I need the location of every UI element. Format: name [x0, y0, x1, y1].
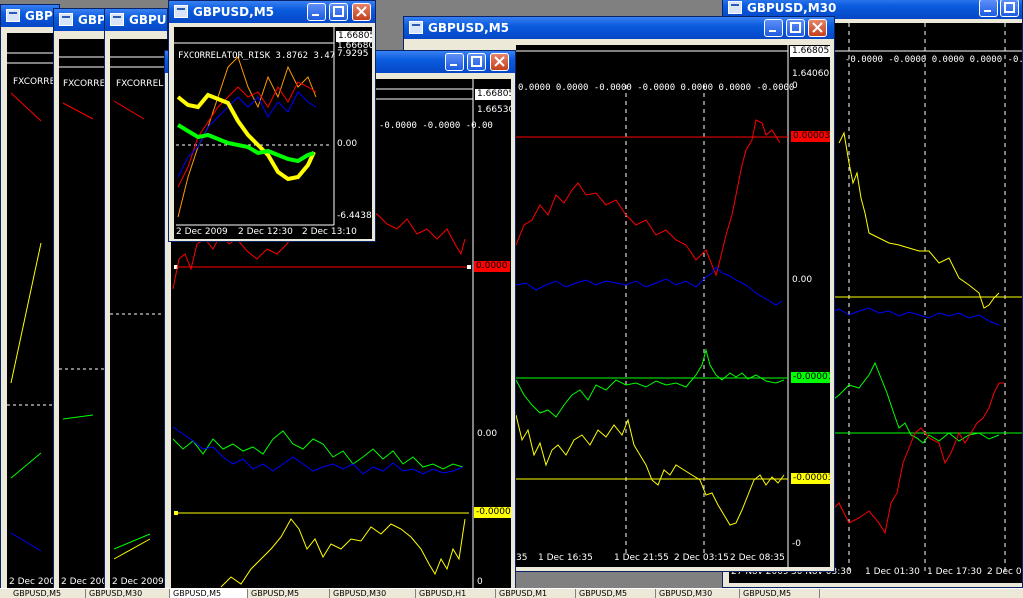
minimize-button[interactable] [445, 53, 464, 71]
chart-lines [516, 45, 789, 567]
titlebar[interactable]: GBPUSD,M5 [169, 1, 375, 23]
chart-area[interactable]: 0.0000 0.0000 -0.0000 -0.0000 0.0000 0.0… [516, 45, 830, 567]
x-axis-label-4: 1 Dec 17:30 [927, 567, 982, 577]
close-button[interactable] [808, 19, 827, 37]
x-axis-label-1: 2 Dec 2009 [176, 227, 228, 237]
chart-window-icon [728, 1, 742, 14]
value-tag-yellow: -0.00003 [791, 473, 830, 484]
minimize-button[interactable] [764, 19, 783, 37]
x-axis-label-5: 2 Dec 08:35 [730, 553, 785, 563]
chart-area[interactable]: FXCORREL 2 Dec 2009 [110, 39, 169, 589]
x-axis-label-2: 1 Dec 16:35 [538, 553, 593, 563]
indicator-values: 0.0000 0.0000 -0.0000 -0.0000 0.0000 0.0… [518, 83, 795, 93]
indicator-label: FXCORREL [63, 79, 109, 89]
price-top: 1.66805 [475, 89, 511, 100]
x-axis-label-4: 2 Dec 03:15 [674, 553, 729, 563]
axis-zero-top: 0 [792, 81, 798, 91]
x-axis-label: 2 Dec 2009 [112, 577, 164, 587]
chart-window-1[interactable]: GBPUSD,M5 FXCORREL 2 Dec 2009 [0, 4, 60, 592]
axis-bottom: -0 [792, 539, 801, 549]
indicator-values: -0.0000 -0.0000 -0.00 [379, 121, 493, 131]
value-tag-green: -0.00001 [791, 372, 830, 383]
chart-area[interactable]: FXCORRELATOR_RISK 3.8762 3.47 1.66805 1.… [174, 27, 372, 239]
close-button[interactable] [352, 3, 371, 21]
chart-area[interactable]: FXCORREL 2 Dec 2009 [7, 33, 59, 589]
scale-zero: 0.00 [337, 139, 358, 149]
value-tag-red: 0.0000 [474, 261, 510, 272]
chart-lines [59, 56, 109, 420]
price-second: 1.64060 [792, 69, 830, 79]
chart-window-icon [59, 13, 73, 26]
window-title: GBPUSD,M5 [428, 21, 509, 35]
x-axis-label-3: 1 Dec 01:30 [865, 567, 920, 577]
titlebar[interactable]: GBPUSD,M5 [1, 5, 59, 27]
chart-window-icon [174, 5, 188, 18]
chart-window-icon [409, 21, 423, 34]
indicator-label: FXCORREL [116, 79, 164, 89]
window-title: GBPUSD, [129, 13, 167, 27]
axis-zero: 0.00 [792, 275, 813, 285]
minimize-button[interactable] [979, 0, 998, 17]
chart-lines [110, 56, 169, 560]
maximize-button[interactable] [329, 3, 348, 21]
x-axis-label-5: 2 Dec 0 [987, 567, 1022, 577]
price-top: 1.66805 [790, 46, 830, 57]
axis-zero: 0.00 [477, 429, 498, 439]
indicator-values: -0.0000 -0.0000 0.0000 0.0000 -0.0000 0.… [845, 55, 1022, 65]
x-axis-label-1: 35 [516, 553, 528, 563]
x-axis-label-3: 2 Dec 13:10 [302, 227, 357, 237]
close-button[interactable] [490, 53, 509, 71]
maximize-button[interactable] [1000, 0, 1019, 17]
chart-window-icon [110, 13, 124, 26]
indicator-label: FXCORRELATOR_RISK 3.8762 3.47 [178, 51, 336, 61]
titlebar[interactable]: GBPUSD,M30 [54, 9, 108, 31]
axis-bottom: 0 [477, 577, 483, 587]
minimize-button[interactable] [307, 3, 326, 21]
value-tag-red: 0.00003 [791, 131, 830, 142]
chart-window-3[interactable]: GBPUSD, FXCORREL 2 Dec 2009 [104, 8, 169, 592]
chart-window-popup[interactable]: GBPUSD,M5 FXCORRELATOR_RISK 3.8762 3.47 … [168, 0, 376, 242]
chart-window-2[interactable]: GBPUSD,M30 FXCORREL 2 Dec 2009 [53, 8, 109, 592]
titlebar[interactable]: GBPUSD,M5 [404, 17, 834, 39]
scale-top: 7.9295 [337, 49, 369, 59]
price-second: 1.66530 [477, 105, 511, 115]
x-axis-label-2: 2 Dec 12:30 [238, 227, 293, 237]
maximize-button[interactable] [467, 53, 486, 71]
chart-window-icon [6, 9, 20, 22]
x-axis-label: 2 Dec 2009 [61, 577, 109, 587]
x-axis-label: 2 Dec 2009 [9, 577, 59, 587]
titlebar[interactable]: GBPUSD, [105, 9, 167, 31]
chart-area[interactable]: FXCORREL 2 Dec 2009 [59, 39, 109, 589]
chart-lines [7, 52, 59, 552]
value-tag-yellow: -0.00000 [474, 507, 511, 518]
window-title: GBPUSD,M5 [193, 5, 274, 19]
x-axis-label-3: 1 Dec 21:55 [614, 553, 669, 563]
maximize-button[interactable] [786, 19, 805, 37]
scale-bottom: -6.4438 [337, 211, 372, 221]
